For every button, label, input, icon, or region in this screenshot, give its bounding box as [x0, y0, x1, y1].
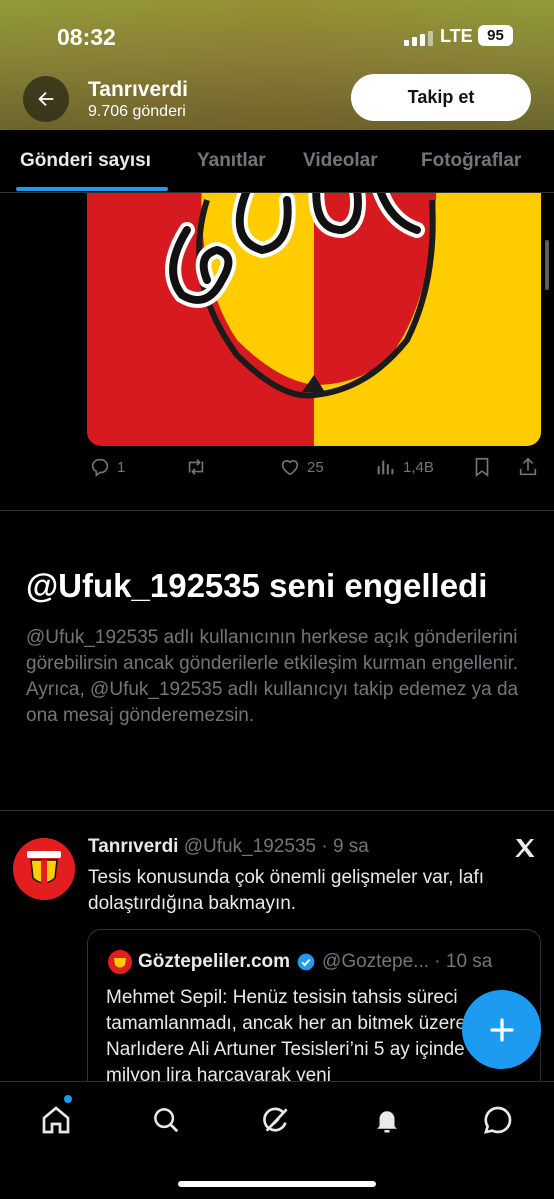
tweet-author-meta: @Ufuk_192535 · 9 sa	[183, 836, 369, 857]
share-icon	[519, 457, 537, 476]
heart-icon	[281, 460, 299, 476]
quoted-tweet-header: Göztepeliler.com @Goztepe... · 10 sa	[108, 950, 492, 974]
notification-dot	[64, 1095, 72, 1103]
search-icon	[154, 1108, 179, 1133]
blocked-title: @Ufuk_192535 seni engelledi	[26, 567, 488, 604]
quoted-author-name: Göztepeliler.com	[138, 951, 291, 972]
nav-messages[interactable]	[478, 1100, 518, 1140]
blocked-description: @Ufuk_192535 adlı kullanıcının herkese a…	[26, 627, 519, 726]
verified-badge-icon	[297, 953, 315, 971]
bookmark-button[interactable]	[471, 456, 493, 478]
divider	[0, 810, 554, 811]
message-icon	[484, 1106, 512, 1134]
logo-graphic	[165, 160, 437, 399]
like-count: 25	[307, 458, 324, 476]
home-indicator[interactable]	[178, 1181, 376, 1187]
nav-notifications[interactable]	[367, 1100, 407, 1140]
follow-button[interactable]: Takip et	[351, 74, 531, 121]
x-logo-icon	[515, 839, 535, 857]
status-time: 08:32	[57, 24, 116, 50]
grok-icon	[263, 1107, 288, 1132]
divider	[0, 510, 554, 511]
back-button[interactable]	[23, 76, 69, 122]
home-icon	[42, 1106, 70, 1134]
profile-tabs: Gönderi sayısı Yanıtlar Videolar Fotoğra…	[0, 130, 554, 193]
profile-topbar: Tanrıverdi 9.706 gönderi Takip et	[0, 74, 554, 124]
post-image[interactable]	[87, 160, 541, 446]
tab-posts[interactable]: Gönderi sayısı	[20, 150, 151, 172]
plus-icon	[489, 1017, 514, 1042]
tab-replies[interactable]: Yanıtlar	[197, 150, 266, 172]
scrollbar[interactable]	[545, 240, 549, 290]
tweet-header: Tanrıverdi @Ufuk_192535 · 9 sa	[88, 836, 369, 858]
views-icon	[377, 460, 394, 475]
views-count: 1,4B	[403, 458, 434, 476]
repost-button[interactable]	[184, 456, 214, 478]
quoted-avatar-icon	[108, 950, 132, 974]
profile-header: 08:32 LTE 95 Tanrıverdi 9.706 gönderi Ta…	[0, 0, 554, 130]
quoted-author-meta: @Goztepe... · 10 sa	[322, 951, 493, 972]
reply-button[interactable]: 1	[89, 456, 125, 478]
nav-grok[interactable]	[256, 1100, 296, 1140]
arrow-left-icon	[38, 91, 54, 107]
battery-indicator: 95	[478, 25, 513, 46]
active-tab-indicator	[16, 187, 168, 191]
bottom-navigation	[0, 1081, 554, 1199]
reply-count: 1	[117, 458, 126, 476]
reply-icon	[91, 458, 109, 477]
repost-icon	[188, 459, 204, 475]
share-button[interactable]	[517, 456, 539, 478]
views-button[interactable]: 1,4B	[375, 456, 434, 478]
profile-name: Tanrıverdi	[88, 78, 188, 101]
nav-home[interactable]	[36, 1100, 76, 1140]
compose-button[interactable]	[462, 990, 541, 1069]
tab-photos[interactable]: Fotoğraflar	[421, 150, 521, 172]
avatar[interactable]	[13, 838, 75, 900]
nav-search[interactable]	[146, 1100, 186, 1140]
like-button[interactable]: 25	[279, 456, 324, 478]
bookmark-icon	[475, 457, 489, 477]
bell-icon	[377, 1111, 397, 1133]
signal-icon	[404, 30, 433, 46]
tweet-author-name[interactable]: Tanrıverdi	[88, 836, 178, 857]
tab-videos[interactable]: Videolar	[303, 150, 378, 172]
post-actions: 1 25 1,4B	[87, 456, 547, 484]
tweet-text: Tesis konusunda çok önemli gelişmeler va…	[88, 867, 485, 914]
status-bar: 08:32 LTE 95	[0, 22, 554, 52]
network-label: LTE	[440, 26, 473, 46]
goztepe-logo	[13, 838, 75, 900]
post-count: 9.706 gönderi	[88, 103, 186, 120]
